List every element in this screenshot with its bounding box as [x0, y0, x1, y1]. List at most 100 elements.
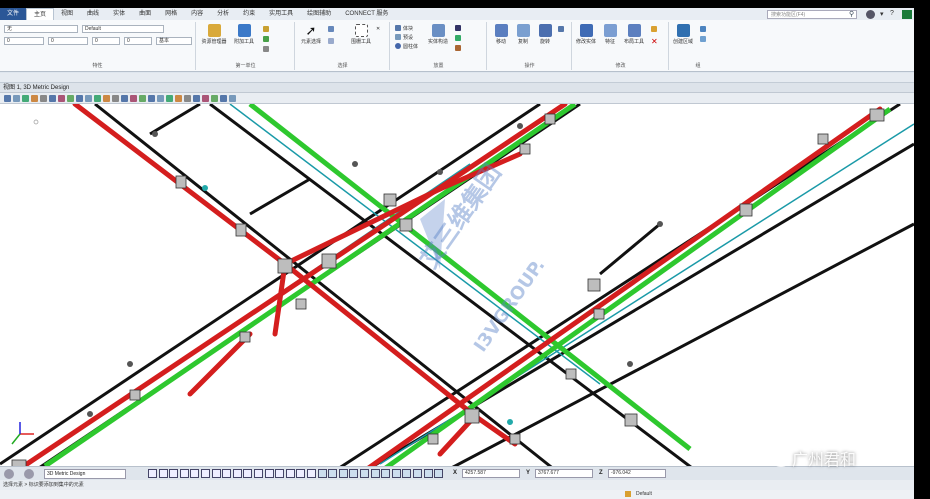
class-dropdown[interactable]: 基本 [156, 37, 192, 45]
small-tool-3[interactable] [263, 46, 271, 54]
view-control-icon[interactable] [370, 469, 380, 478]
view-tool-icon[interactable] [139, 95, 146, 102]
view-control-icon[interactable] [222, 469, 232, 478]
view-control-icon[interactable] [201, 469, 210, 478]
create-region-button[interactable]: 创建区域 [670, 24, 696, 45]
attach-tools-button[interactable]: 附加工具 [231, 24, 257, 45]
view-tool-icon[interactable] [31, 95, 38, 102]
tab-home[interactable]: 主页 [26, 8, 55, 20]
view-control-icon[interactable] [264, 469, 274, 478]
view-control-icon[interactable] [307, 469, 316, 478]
user-avatar-icon[interactable] [866, 10, 875, 19]
tab-file[interactable]: 文件 [0, 8, 27, 20]
view-tool-icon[interactable] [94, 95, 101, 102]
view-control-icon[interactable] [190, 469, 200, 478]
layout-tools-button[interactable]: 布局工具 [621, 24, 647, 45]
tab-constraints[interactable]: 约束 [236, 8, 262, 20]
view-tool-icon[interactable] [211, 95, 218, 102]
tab-view[interactable]: 视图 [54, 8, 80, 20]
view-model-dropdown[interactable]: 3D Metric Design [44, 469, 126, 479]
delete-x-icon[interactable]: ✕ [651, 38, 658, 46]
tab-content[interactable]: 内容 [184, 8, 210, 20]
resource-manager-button[interactable]: 资源管理器 [201, 24, 227, 45]
view-control-icon[interactable] [402, 469, 412, 478]
view-tool-icon[interactable] [67, 95, 74, 102]
delete-button[interactable] [651, 26, 659, 34]
search-icon[interactable]: ⚲ [849, 10, 854, 18]
view-control-icon[interactable] [328, 469, 338, 478]
clear-selection-button[interactable]: ✕ [376, 26, 380, 33]
view-control-icon[interactable] [434, 469, 444, 478]
view-control-icon[interactable] [413, 469, 422, 478]
view-tool-icon[interactable] [130, 95, 137, 102]
view-tool-icon[interactable] [157, 95, 164, 102]
lock-icon[interactable] [625, 491, 631, 497]
view-control-icon[interactable] [285, 469, 295, 478]
view-tool-icon[interactable] [121, 95, 128, 102]
view-tool-icon[interactable] [220, 95, 227, 102]
view-back-icon[interactable] [4, 469, 14, 479]
tab-connect-services[interactable]: CONNECT 服务 [338, 8, 395, 20]
tab-analysis[interactable]: 分析 [210, 8, 236, 20]
view-tool-icon[interactable] [112, 95, 119, 102]
modify-solid-button[interactable]: 修改实体 [573, 24, 599, 45]
rotate-button[interactable]: 旋转 [532, 24, 558, 45]
view-tool-icon[interactable] [229, 95, 236, 102]
select-by-button[interactable] [328, 38, 336, 46]
minimize-icon[interactable]: ▾ [880, 10, 884, 18]
tab-surfaces[interactable]: 曲面 [132, 8, 158, 20]
level-dropdown[interactable]: 无 [4, 25, 78, 33]
scale-button[interactable] [558, 26, 566, 34]
view-control-icon[interactable] [243, 469, 253, 478]
view-control-icon[interactable] [338, 469, 348, 478]
element-selection-button[interactable]: ➚ 元素选择 [298, 24, 324, 45]
view-forward-icon[interactable] [24, 469, 34, 479]
tab-utilities[interactable]: 实用工具 [262, 8, 300, 20]
view-tool-icon[interactable] [202, 95, 209, 102]
small-tool-1[interactable] [263, 26, 271, 34]
view-control-icon[interactable] [423, 469, 433, 478]
view-control-icon[interactable] [275, 469, 285, 478]
view-tool-icon[interactable] [175, 95, 182, 102]
view-tool-icon[interactable] [85, 95, 92, 102]
small-tool-2[interactable] [263, 36, 271, 44]
solid-construct-button[interactable]: 实体构造 [425, 24, 451, 45]
view-control-icon[interactable] [179, 469, 189, 478]
place-arc-button[interactable] [455, 35, 463, 43]
tab-curves[interactable]: 曲线 [80, 8, 106, 20]
view-tool-icon[interactable] [4, 95, 11, 102]
group-tool-2[interactable] [700, 36, 708, 44]
tab-mesh[interactable]: 网格 [158, 8, 184, 20]
place-circle-button[interactable] [455, 45, 463, 53]
x-coord-field[interactable]: 4257.587 [462, 469, 520, 478]
view-control-icon[interactable] [349, 469, 359, 478]
3d-view-canvas[interactable]: 艾三维集团 I3VGROUP. [0, 104, 914, 474]
feature-button[interactable]: 特征 [597, 24, 623, 45]
view-tool-icon[interactable] [193, 95, 200, 102]
view-control-icon[interactable] [169, 469, 179, 478]
transparency-dropdown[interactable]: 0 [124, 37, 152, 45]
z-coord-field[interactable]: -976.042 [608, 469, 666, 478]
view-control-icon[interactable] [381, 469, 391, 478]
cylinder-button[interactable]: 圆柱体 [395, 43, 418, 51]
view-control-icon[interactable] [360, 469, 369, 478]
view-control-icon[interactable] [158, 469, 168, 478]
tab-solids[interactable]: 实体 [106, 8, 132, 20]
view-control-icon[interactable] [232, 469, 242, 478]
view-tool-icon[interactable] [58, 95, 65, 102]
view-control-icon[interactable] [296, 469, 306, 478]
view-tool-icon[interactable] [184, 95, 191, 102]
view-tool-icon[interactable] [103, 95, 110, 102]
fence-tools-button[interactable]: 围栅工具 [348, 24, 374, 45]
tab-drawing-aids[interactable]: 绘图辅助 [300, 8, 338, 20]
view-tool-icon[interactable] [76, 95, 83, 102]
group-tool-1[interactable] [700, 26, 708, 34]
preset-button[interactable]: 预设 [395, 34, 413, 42]
linestyle-dropdown[interactable]: 0 [92, 37, 120, 45]
view-control-icon[interactable] [317, 469, 327, 478]
view-tool-icon[interactable] [13, 95, 20, 102]
view-control-icon[interactable] [391, 469, 401, 478]
app-corner-icon[interactable] [902, 10, 912, 19]
view-tool-icon[interactable] [49, 95, 56, 102]
view-control-icon[interactable] [211, 469, 221, 478]
